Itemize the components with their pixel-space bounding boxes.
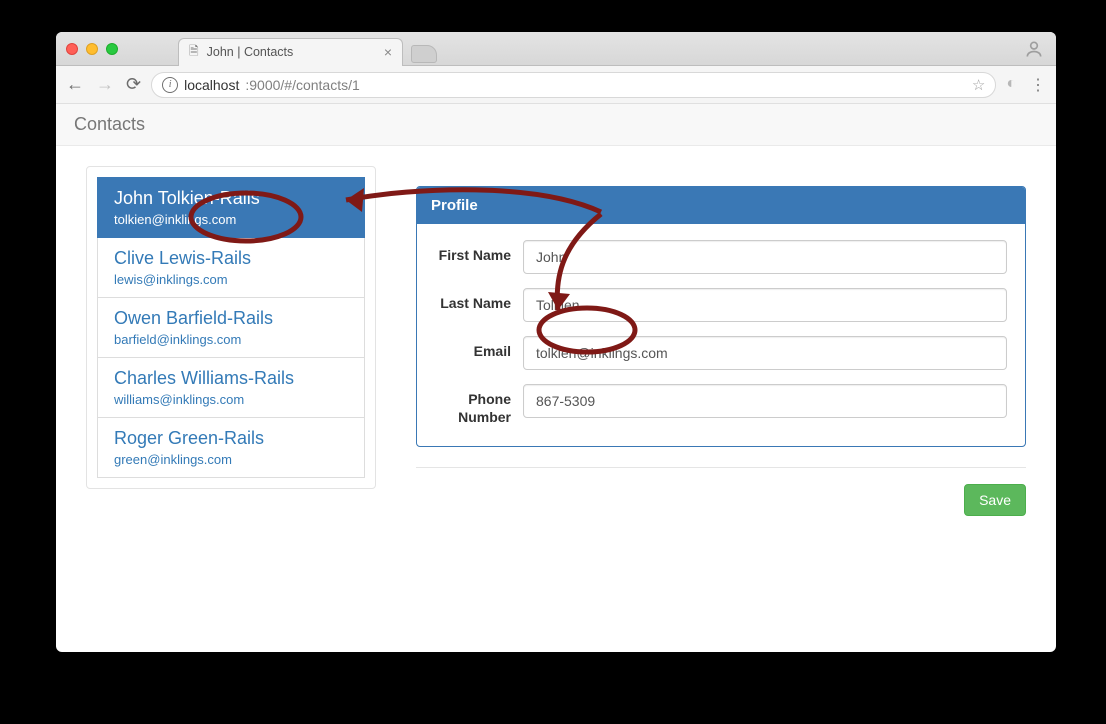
url-input[interactable]: i localhost :9000/#/contacts/1 ☆ [151, 72, 996, 98]
page-header: Contacts [56, 104, 1056, 146]
tab-title: John | Contacts [207, 45, 294, 59]
close-window-button[interactable] [66, 43, 78, 55]
address-bar: ← → ⟳ i localhost:9000/#/contacts/1 ☆ ◐ … [56, 66, 1056, 104]
phone-input[interactable] [523, 384, 1007, 418]
contacts-list: John Tolkien-Rails tolkien@inklings.com … [86, 166, 376, 489]
last-name-input[interactable] [523, 288, 1007, 322]
maximize-window-button[interactable] [106, 43, 118, 55]
contact-item[interactable]: Roger Green-Rails green@inklings.com [97, 418, 365, 478]
detail-column: Profile First Name Last Name Email [416, 166, 1026, 516]
url-host: localhost [184, 77, 239, 93]
new-tab-button[interactable] [411, 45, 437, 63]
menu-icon[interactable]: ⋮ [1030, 75, 1046, 95]
browser-tab[interactable]: 🗎 John | Contacts × [178, 38, 403, 66]
contact-name: Roger Green-Rails [114, 428, 348, 449]
back-button[interactable]: ← [66, 74, 84, 95]
email-label: Email [435, 336, 523, 361]
first-name-label: First Name [435, 240, 523, 265]
contact-name: Owen Barfield-Rails [114, 308, 348, 329]
forward-button[interactable]: → [96, 74, 114, 95]
first-name-input[interactable] [523, 240, 1007, 274]
site-info-icon[interactable]: i [162, 77, 178, 93]
browser-window: 🗎 John | Contacts × ← → ⟳ i localhost :90… [56, 32, 1056, 652]
contact-email: tolkien@inklings.com [114, 212, 348, 227]
minimize-window-button[interactable] [86, 43, 98, 55]
last-name-label: Last Name [435, 288, 523, 313]
bookmark-star-icon[interactable]: ☆ [972, 76, 985, 94]
panel-heading: Profile [417, 187, 1025, 224]
page-icon: 🗎 [189, 42, 199, 63]
phone-label: Phone Number [435, 384, 523, 426]
close-tab-icon[interactable]: × [384, 44, 392, 60]
tab-strip: 🗎 John | Contacts × [56, 32, 1056, 66]
contact-item[interactable]: Clive Lewis-Rails lewis@inklings.com [97, 238, 365, 298]
contact-email: lewis@inklings.com [114, 272, 348, 287]
email-input[interactable] [523, 336, 1007, 370]
window-controls [66, 43, 118, 55]
contact-email: green@inklings.com [114, 452, 348, 467]
contact-item[interactable]: Owen Barfield-Rails barfield@inklings.co… [97, 298, 365, 358]
url-path: :9000/#/contacts/1 [245, 77, 359, 93]
page-title: Contacts [74, 114, 145, 135]
reload-button[interactable]: ⟳ [126, 74, 141, 95]
contact-email: barfield@inklings.com [114, 332, 348, 347]
profile-panel: Profile First Name Last Name Email [416, 186, 1026, 447]
contact-name: Clive Lewis-Rails [114, 248, 348, 269]
contact-name: John Tolkien-Rails [114, 188, 348, 209]
profile-avatar-icon[interactable] [1022, 37, 1046, 61]
save-button[interactable]: Save [964, 484, 1026, 516]
panel-body: First Name Last Name Email Phone Number [417, 224, 1025, 446]
contact-email: williams@inklings.com [114, 392, 348, 407]
page-body: John Tolkien-Rails tolkien@inklings.com … [56, 146, 1056, 652]
divider [416, 467, 1026, 468]
contact-name: Charles Williams-Rails [114, 368, 348, 389]
contact-item[interactable]: John Tolkien-Rails tolkien@inklings.com [97, 177, 365, 238]
contact-item[interactable]: Charles Williams-Rails williams@inklings… [97, 358, 365, 418]
extension-icon[interactable]: ◐ [1006, 75, 1016, 95]
